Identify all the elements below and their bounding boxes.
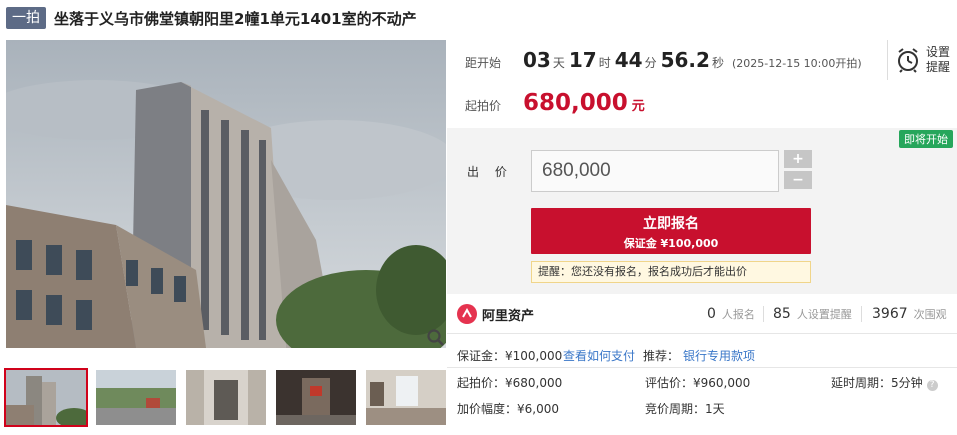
start-price-value: 680,000 [523,90,628,116]
divider [763,306,764,322]
thumbnail-corridor[interactable] [186,370,266,425]
countdown-minutes-unit: 分 [644,56,657,70]
stat-views: 3967 次围观 [872,306,947,322]
countdown: 距开始 03 天 17 时 44 分 56.2 秒 (2025-12-15 10… [465,48,862,76]
auction-round-badge: 一拍 [6,7,46,29]
auction-info-panel: 距开始 03 天 17 时 44 分 56.2 秒 (2025-12-15 10… [447,40,957,128]
page-title: 坐落于义乌市佛堂镇朝阳里2幢1单元1401室的不动产 [54,9,417,28]
divider [447,367,957,368]
start-price-row: 起拍价 680,000 元 [465,90,645,116]
bid-increase-button[interactable]: + [784,150,812,168]
countdown-days: 03 [523,48,551,72]
bid-label: 出 价 [467,165,513,179]
platform-name: 阿里资产 [482,308,535,324]
thumbnail-building[interactable] [4,368,88,427]
stat-reminders: 85 人设置提醒 [773,306,852,322]
title-row: 一拍 坐落于义乌市佛堂镇朝阳里2幢1单元1401室的不动产 [6,6,417,30]
bidding-period: 竞价周期：1天 [645,402,725,416]
countdown-seconds: 56.2 [660,48,710,72]
building-photo [6,40,446,348]
countdown-days-unit: 天 [552,56,565,70]
auction-details: 阿里资产 0 人报名 85 人设置提醒 3967 次围观 保证金：¥100,00… [447,294,957,435]
countdown-label: 距开始 [465,56,502,70]
stat-reminders-count: 85 [773,306,791,322]
stat-signups: 0 人报名 [707,306,755,322]
stat-views-label: 次围观 [913,308,947,321]
recommend-label: 推荐： [643,349,680,363]
thumbnail-strip [4,368,446,427]
stat-signups-count: 0 [707,306,716,322]
help-icon[interactable]: ? [926,380,938,391]
alarm-clock-icon [898,48,918,73]
bid-decrease-button[interactable]: − [784,171,812,189]
ali-assets-icon [457,304,477,324]
bid-amount-input[interactable]: 680,000 [531,150,779,192]
thumbnail-doorway[interactable] [276,370,356,425]
signup-button-label: 立即报名 [643,216,699,232]
thumbnail-living-room[interactable] [366,370,446,425]
bid-increment: 加价幅度：¥6,000 [457,402,559,416]
stat-signups-label: 人报名 [721,308,755,321]
set-reminder-button[interactable]: 设置提醒 [887,40,954,80]
auction-start-time: (2025-12-15 10:00开拍) [731,57,862,70]
start-price-label: 起拍价 [465,99,502,113]
signup-button[interactable]: 立即报名 保证金 ¥100,000 [531,208,811,254]
signup-reminder-tip: 提醒：您还没有报名，报名成功后才能出价 [531,261,811,283]
how-to-pay-link[interactable]: 查看如何支付 [563,347,635,364]
zoom-icon[interactable] [426,328,446,348]
platform-stats-row: 阿里资产 0 人报名 85 人设置提醒 3967 次围观 [447,294,957,334]
stat-views-count: 3967 [872,306,908,322]
divider [861,306,862,322]
countdown-hours: 17 [568,48,597,72]
countdown-minutes: 44 [614,48,643,72]
status-badge: 即将开始 [899,130,953,148]
set-reminder-label: 设置提醒 [926,45,951,74]
stat-reminders-label: 人设置提醒 [796,308,852,321]
appraisal-price: 评估价：¥960,000 [645,376,751,390]
delay-period-text: 延时周期：5分钟 [831,376,923,390]
start-price-detail: 起拍价：¥680,000 [457,376,563,390]
main-property-image[interactable] [6,40,446,348]
signup-deposit-label: 保证金 ¥100,000 [623,237,719,250]
countdown-seconds-unit: 秒 [711,56,724,70]
thumbnail-street[interactable] [96,370,176,425]
delay-period: 延时周期：5分钟? [831,374,938,391]
platform-logo[interactable]: 阿里资产 [457,304,534,324]
deposit-info: 保证金：¥100,000 [457,349,563,363]
bank-payment-link[interactable]: 银行专用款项 [683,347,755,364]
start-price-unit: 元 [631,99,645,114]
countdown-hours-unit: 时 [598,56,611,70]
bid-panel: 即将开始 出 价 680,000 + − 立即报名 保证金 ¥100,000 提… [447,128,957,294]
